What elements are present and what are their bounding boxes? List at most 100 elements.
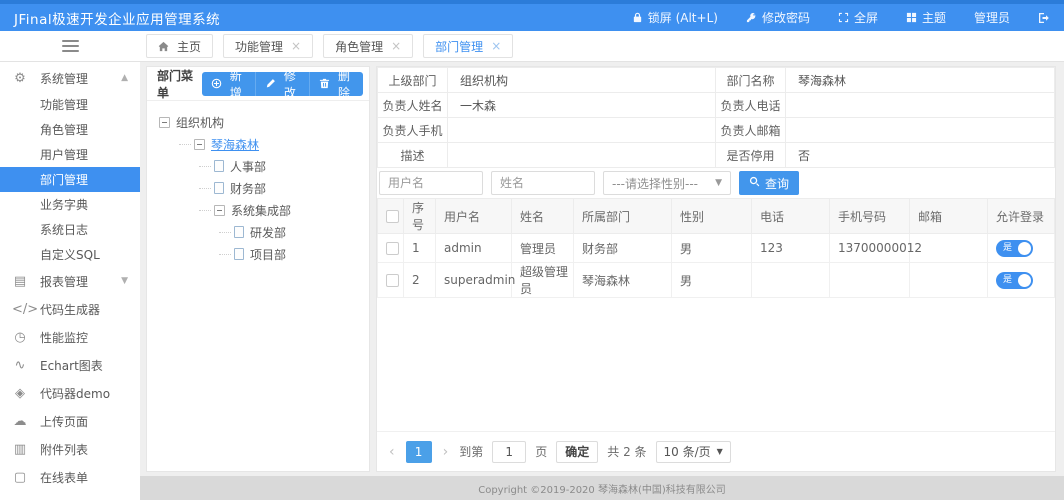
tree-node[interactable]: 研发部: [155, 221, 361, 243]
tree-node[interactable]: 财务部: [155, 177, 361, 199]
tab-function-mgmt[interactable]: 功能管理 ×: [223, 34, 314, 58]
tree-node[interactable]: 系统集成部: [155, 199, 361, 221]
form-field-value[interactable]: [447, 142, 716, 168]
sidebar-item-function-mgmt[interactable]: 功能管理: [0, 92, 140, 117]
row-checkbox[interactable]: [386, 274, 399, 287]
topbar-menu-lock-screen[interactable]: 锁屏 (Alt+L): [632, 9, 718, 26]
form-field-value[interactable]: [785, 117, 1055, 143]
close-icon[interactable]: ×: [391, 40, 401, 52]
next-page-icon[interactable]: ›: [441, 444, 451, 460]
add-button[interactable]: 新增: [201, 71, 256, 96]
gender-select[interactable]: ---请选择性别--- ▼: [603, 171, 731, 195]
form-field-value[interactable]: 琴海森林: [785, 67, 1055, 93]
dept-tree-header: 部门菜单 新增 修改 删除: [147, 67, 369, 101]
sidebar-item-report-mgmt[interactable]: ▤ 报表管理 ▼: [0, 267, 140, 295]
table-cell: 男: [671, 233, 752, 263]
collapse-icon[interactable]: [214, 204, 225, 216]
allow-login-toggle[interactable]: 是: [996, 239, 1033, 257]
tab-role-mgmt[interactable]: 角色管理 ×: [323, 34, 414, 58]
tree-node-label[interactable]: 项目部: [250, 246, 286, 263]
sidebar-item-upload-page[interactable]: ☁ 上传页面: [0, 407, 140, 435]
tree-node-label[interactable]: 组织机构: [176, 114, 224, 131]
sidebar-item-echart-charts[interactable]: ∿ Echart图表: [0, 351, 140, 379]
tree-node-label[interactable]: 琴海森林: [211, 136, 259, 153]
form-field-value[interactable]: 否: [785, 142, 1055, 168]
sidebar-item-label: Echart图表: [40, 358, 103, 373]
topbar-menu-label: 修改密码: [761, 11, 810, 25]
collapse-icon[interactable]: [194, 138, 205, 150]
tree-node[interactable]: 项目部: [155, 243, 361, 265]
trash-icon: [319, 78, 330, 89]
allow-login-toggle[interactable]: 是: [996, 271, 1033, 289]
sidebar-item-code-generator[interactable]: </> 代码生成器: [0, 295, 140, 323]
goto-confirm-button[interactable]: 确定: [556, 440, 599, 463]
sidebar-toggle-button[interactable]: [0, 40, 140, 52]
delete-button[interactable]: 删除: [309, 71, 363, 96]
topbar-menu-label: 主题: [921, 11, 946, 25]
fullscreen-icon: [838, 12, 849, 23]
sidebar-item-business-dict[interactable]: 业务字典: [0, 192, 140, 217]
edit-button[interactable]: 修改: [255, 71, 310, 96]
tree-node-label[interactable]: 研发部: [250, 224, 286, 241]
tree-node-label[interactable]: 系统集成部: [231, 202, 291, 219]
goto-page-input[interactable]: [492, 440, 527, 463]
table-cell: 男: [671, 262, 752, 298]
tree-node[interactable]: 琴海森林: [155, 133, 361, 155]
sidebar-item-label: 代码器demo: [40, 386, 111, 401]
page-number-button[interactable]: 1: [405, 440, 432, 463]
tree-connector: [219, 231, 231, 233]
name-input[interactable]: [491, 171, 595, 195]
form-field-value[interactable]: 一木森: [447, 92, 716, 118]
form-icon: ▢: [13, 469, 27, 485]
form-field-value[interactable]: 组织机构: [447, 67, 716, 93]
logout-icon: [1038, 12, 1050, 24]
sidebar-item-performance-monitor[interactable]: ◷ 性能监控: [0, 323, 140, 351]
topbar-menu-current-user[interactable]: 管理员: [974, 9, 1010, 26]
form-field-label: 上级部门: [377, 67, 448, 93]
tab-home[interactable]: 主页: [146, 34, 214, 58]
table-row[interactable]: 2 superadmin 超级管理员 琴海森林男 是: [377, 262, 1055, 298]
close-icon[interactable]: ×: [491, 40, 501, 52]
table-cell: admin: [435, 233, 512, 263]
hamburger-icon: [61, 40, 79, 52]
topbar-menu-label: 管理员: [973, 11, 1010, 25]
sidebar-item-system-log[interactable]: 系统日志: [0, 217, 140, 242]
topbar-menu-label: 全屏: [853, 11, 878, 25]
sidebar-item-role-mgmt[interactable]: 角色管理: [0, 117, 140, 142]
user-table: 序号 用户名 姓名 所属部门 性别 电话 手机号码 邮箱 允许登录 1 admin 管理员 财务部男 12…: [377, 198, 1055, 298]
select-all-checkbox[interactable]: [386, 210, 399, 223]
total-count-label: 共 2 条: [607, 445, 647, 459]
sidebar-item-custom-sql[interactable]: 自定义SQL: [0, 242, 140, 267]
close-icon[interactable]: ×: [291, 40, 301, 52]
sidebar-item-user-mgmt[interactable]: 用户管理: [0, 142, 140, 167]
demo-icon: ◈: [15, 385, 25, 401]
sidebar-item-attachment-list[interactable]: ▥ 附件列表: [0, 435, 140, 463]
tree-node[interactable]: 人事部: [155, 155, 361, 177]
tree-node[interactable]: 组织机构: [155, 111, 361, 133]
column-header: 手机号码: [829, 198, 910, 234]
username-input[interactable]: [379, 171, 483, 195]
column-header: 允许登录: [987, 198, 1055, 234]
sidebar-item-dept-mgmt[interactable]: 部门管理: [0, 167, 140, 192]
topbar-menu-change-password[interactable]: 修改密码: [746, 9, 810, 26]
prev-page-icon[interactable]: ‹: [387, 444, 397, 460]
page-size-select[interactable]: 10 条/页 ▼: [655, 440, 731, 463]
form-field-value[interactable]: [447, 117, 716, 143]
sidebar-item-code-demo[interactable]: ◈ 代码器demo: [0, 379, 140, 407]
collapse-icon[interactable]: [159, 116, 170, 128]
topbar-menu-theme[interactable]: 主题: [906, 9, 946, 26]
tab-dept-mgmt[interactable]: 部门管理 ×: [423, 34, 514, 58]
sidebar-item-system-mgmt[interactable]: ⚙ 系统管理 ▲: [0, 64, 140, 92]
topbar-menu-logout[interactable]: [1038, 12, 1050, 24]
tree-node-label[interactable]: 人事部: [230, 158, 266, 175]
row-checkbox[interactable]: [386, 242, 399, 255]
search-button[interactable]: 查询: [739, 171, 800, 195]
tree-node-label[interactable]: 财务部: [230, 180, 266, 197]
column-header: 序号: [403, 198, 436, 234]
topbar-menu-fullscreen[interactable]: 全屏: [838, 9, 878, 26]
form-field-value[interactable]: [785, 92, 1055, 118]
login-toggle-cell: 是: [987, 233, 1055, 263]
table-row[interactable]: 1 admin 管理员 财务部男 123 13700000012 是: [377, 233, 1055, 263]
sidebar-item-online-form[interactable]: ▢ 在线表单: [0, 463, 140, 491]
login-toggle-cell: 是: [987, 262, 1055, 298]
